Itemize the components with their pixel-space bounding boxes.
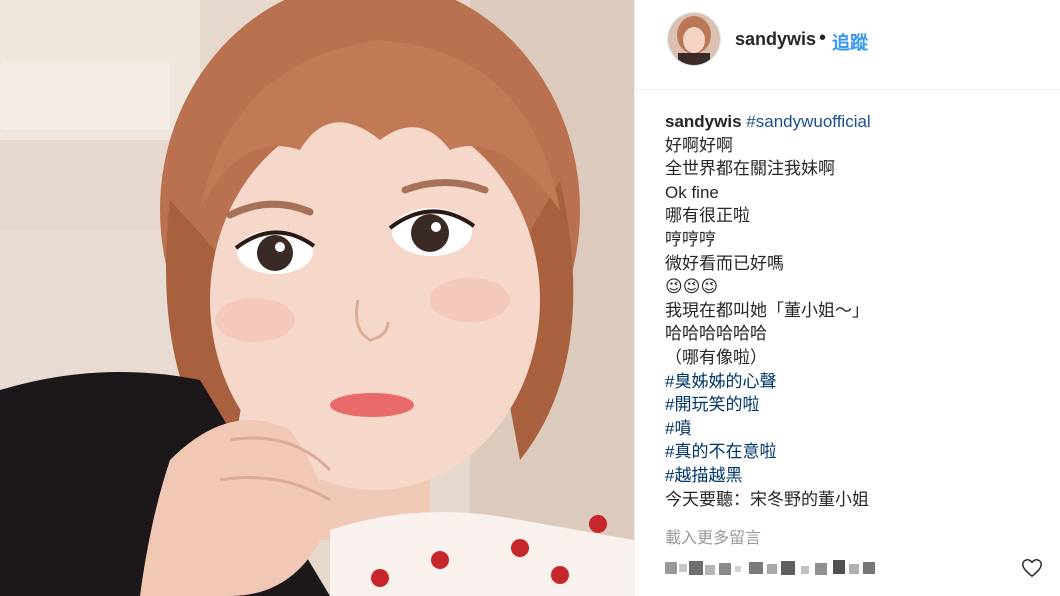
caption-line: 今天要聽：宋冬野的董小姐	[665, 489, 869, 509]
avatar[interactable]	[667, 12, 721, 66]
post-photo[interactable]	[0, 0, 634, 596]
caption-hashtag[interactable]: #越描越黑	[665, 464, 1045, 488]
caption-first-line: sandywis #sandywuofficial	[665, 110, 1045, 134]
blurred-comment	[665, 560, 875, 575]
selfie-illustration	[0, 0, 634, 596]
post-side-panel: sandywis • 追蹤 sandywis #sandywuofficial …	[634, 0, 1060, 596]
post-footer	[665, 554, 1045, 584]
caption-line: （哪有像啦）	[665, 347, 767, 367]
caption-line: 哪有很正啦	[665, 206, 750, 226]
caption-line: 哈哈哈哈哈哈	[665, 324, 767, 344]
caption-hashtag[interactable]: #開玩笑的啦	[665, 393, 1045, 417]
caption-line: 微好看而已好嗎	[665, 253, 784, 273]
avatar-image	[668, 13, 720, 65]
caption-main-hashtag[interactable]: #sandywuofficial	[746, 112, 870, 131]
caption-line: 好啊好啊	[665, 135, 733, 155]
post-header: sandywis • 追蹤	[635, 0, 1060, 90]
header-username-link[interactable]: sandywis	[735, 29, 816, 50]
caption-line: 哼哼哼	[665, 229, 716, 249]
caption-line: 全世界都在關注我妹啊	[665, 159, 835, 179]
post-caption: sandywis #sandywuofficial 好啊好啊 全世界都在關注我妹…	[665, 110, 1045, 511]
follow-button[interactable]: 追蹤	[832, 29, 868, 55]
load-more-comments-link[interactable]: 載入更多留言	[665, 524, 761, 548]
header-separator: •	[819, 27, 827, 49]
caption-line: Ok fine	[665, 182, 719, 202]
instagram-post: sandywis • 追蹤 sandywis #sandywuofficial …	[0, 0, 1060, 596]
caption-emoji-line: 😉😉😉	[665, 277, 719, 297]
heart-icon[interactable]	[1021, 557, 1043, 579]
caption-hashtag[interactable]: #真的不在意啦	[665, 440, 1045, 464]
caption-hashtag[interactable]: #噴	[665, 417, 1045, 441]
caption-username-link[interactable]: sandywis	[665, 112, 742, 131]
caption-line: 我現在都叫她「董小姐～」	[665, 300, 869, 320]
caption-hashtag[interactable]: #臭姊姊的心聲	[665, 370, 1045, 394]
